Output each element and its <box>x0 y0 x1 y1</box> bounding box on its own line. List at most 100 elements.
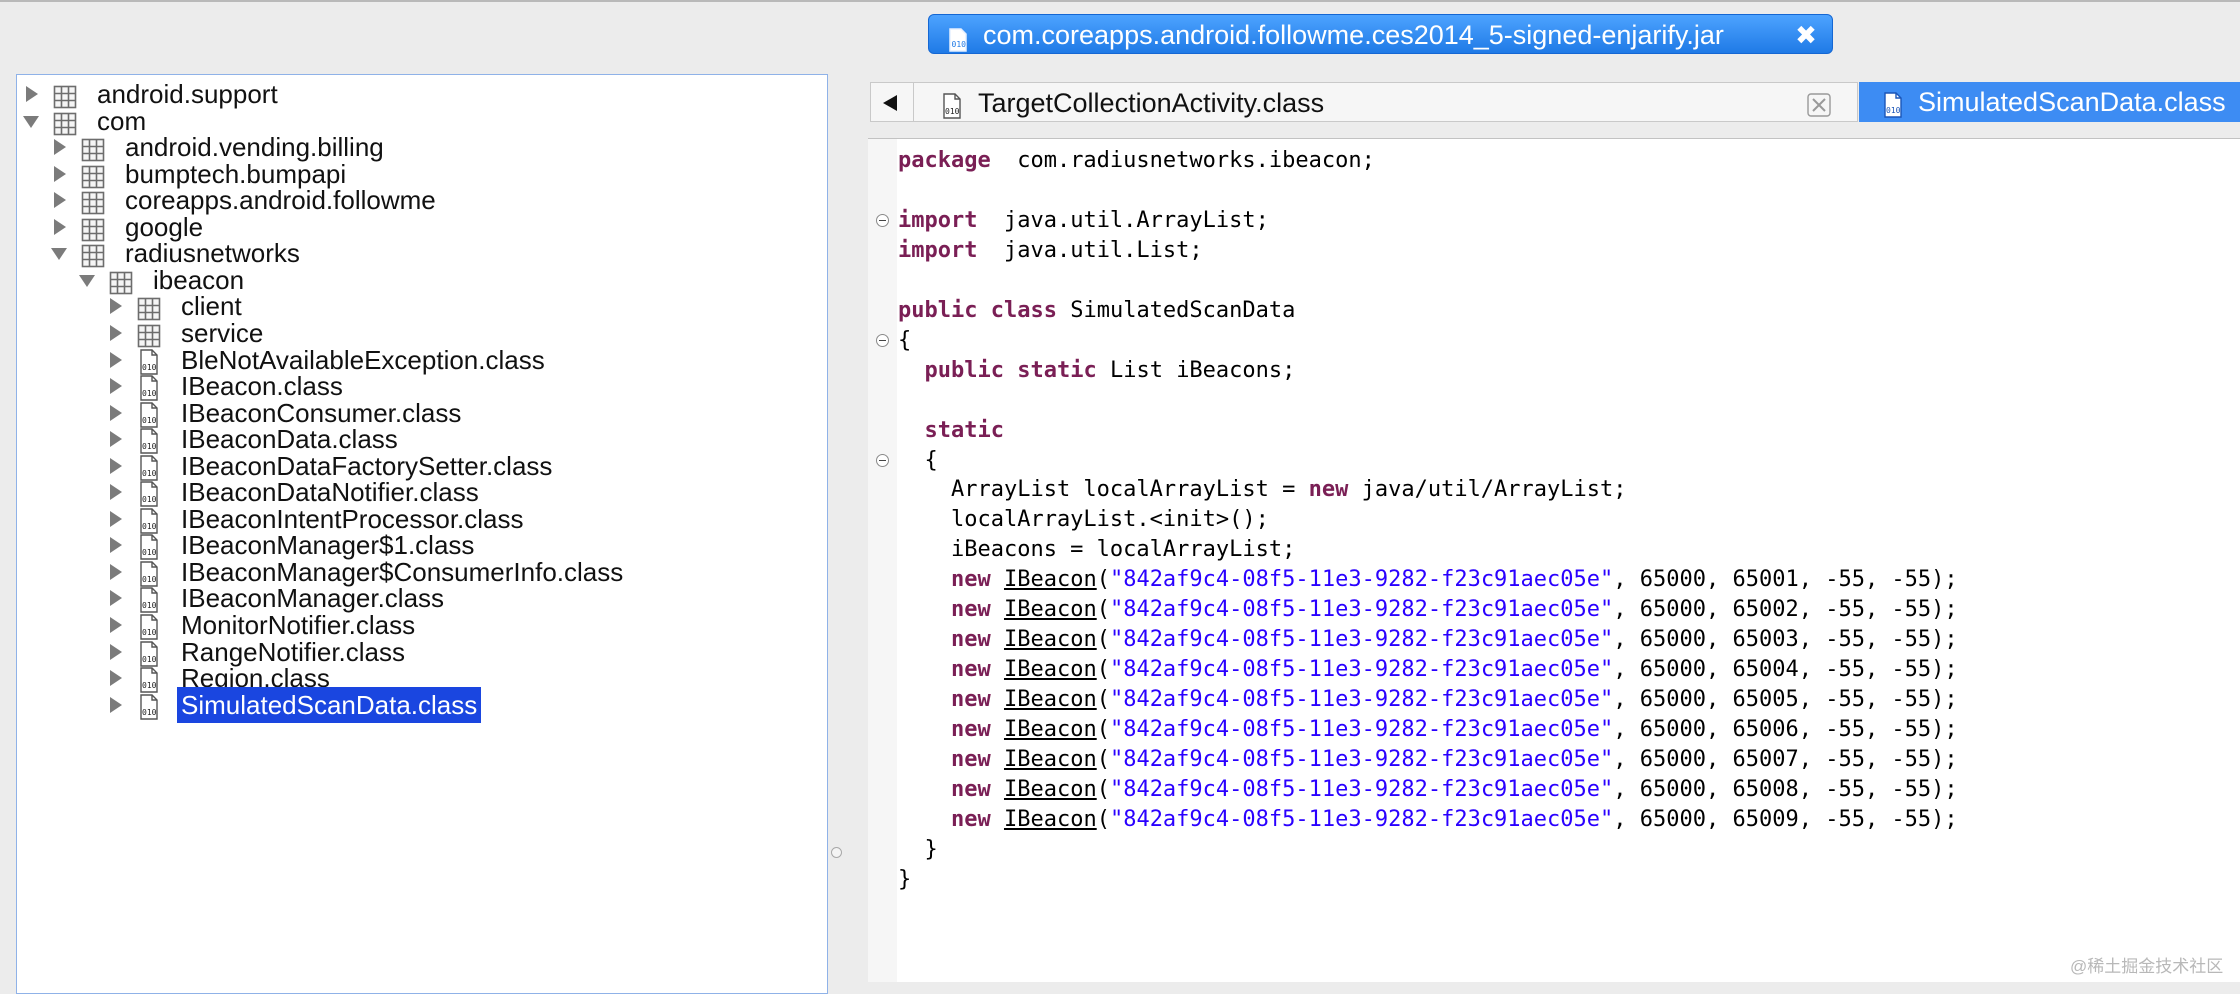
code-line: public class SimulatedScanData <box>898 296 1295 326</box>
code-line: new IBeacon("842af9c4-08f5-11e3-9282-f23… <box>898 685 1958 715</box>
expand-down-icon[interactable] <box>23 103 43 139</box>
jar-tab-close-icon[interactable]: ✖ <box>1791 15 1821 55</box>
code-keyword: new <box>950 806 991 832</box>
code-class-reference[interactable]: IBeacon <box>1004 627 1097 652</box>
code-text: SimulatedScanData <box>1056 297 1296 323</box>
code-text: , 65000, 65004, -55, -55); <box>1613 657 1958 683</box>
code-keyword: new <box>950 776 991 802</box>
tab-target-collection-activity[interactable]: 010 TargetCollectionActivity.class <box>914 82 1858 122</box>
svg-text:010: 010 <box>142 548 157 557</box>
code-string: "842af9c4-08f5-11e3-9282-f23c91aec05e" <box>1109 776 1614 802</box>
code-line: new IBeacon("842af9c4-08f5-11e3-9282-f23… <box>898 625 1958 655</box>
code-line: new IBeacon("842af9c4-08f5-11e3-9282-f23… <box>898 595 1958 625</box>
svg-text:010: 010 <box>142 575 157 584</box>
code-text: , 65000, 65003, -55, -55); <box>1613 627 1958 653</box>
code-keyword: new <box>950 657 991 683</box>
code-keyword: new <box>950 717 991 743</box>
expand-down-icon[interactable] <box>51 235 71 271</box>
code-text: } <box>898 866 912 892</box>
code-line: new IBeacon("842af9c4-08f5-11e3-9282-f23… <box>898 715 1958 745</box>
code-class-reference[interactable]: IBeacon <box>1004 747 1097 772</box>
tab-simulated-scan-data[interactable]: 010 SimulatedScanData.class <box>1859 82 2240 122</box>
jar-file-icon: 010 <box>946 23 970 63</box>
svg-text:010: 010 <box>142 522 157 531</box>
code-text: , 65000, 65009, -55, -55); <box>1613 806 1958 832</box>
fold-toggle-icon[interactable] <box>876 213 889 227</box>
code-class-reference[interactable]: IBeacon <box>1004 597 1097 622</box>
code-keyword: class <box>990 297 1057 323</box>
fold-toggle-icon[interactable] <box>876 333 889 347</box>
code-line: static <box>898 416 1004 446</box>
svg-text:010: 010 <box>142 469 157 478</box>
expand-down-icon[interactable] <box>79 262 99 298</box>
code-text: java.util.List; <box>977 237 1203 263</box>
class-file-icon: 010 <box>137 586 161 614</box>
back-button[interactable] <box>870 82 914 122</box>
code-text: iBeacons = localArrayList; <box>898 537 1296 563</box>
code-line: import java.util.List; <box>898 236 1203 266</box>
code-line: public static List iBeacons; <box>898 356 1296 386</box>
code-text: ( <box>1096 717 1110 743</box>
code-keyword: public <box>898 297 978 323</box>
code-string: "842af9c4-08f5-11e3-9282-f23c91aec05e" <box>1109 747 1614 772</box>
code-line: } <box>898 865 911 895</box>
code-class-reference[interactable]: IBeacon <box>1004 687 1097 712</box>
code-keyword: new <box>950 597 991 623</box>
code-keyword: new <box>950 747 991 772</box>
back-arrow-icon <box>883 95 897 111</box>
splitter-handle[interactable] <box>831 847 842 858</box>
code-text: { <box>898 327 912 353</box>
package-tree[interactable]: android.support com android.vending.billin… <box>16 74 828 994</box>
code-text: ArrayList localArrayList = <box>898 477 1309 503</box>
close-icon[interactable] <box>1806 89 1832 117</box>
class-file-icon: 010 <box>137 374 161 401</box>
class-file-icon: 010 <box>137 401 161 428</box>
code-text: , 65000, 65007, -55, -55); <box>1613 747 1958 772</box>
code-text: { <box>898 447 938 473</box>
code-keyword: static <box>924 417 1004 443</box>
svg-text:010: 010 <box>142 628 157 637</box>
package-icon <box>81 188 105 215</box>
code-line: new IBeacon("842af9c4-08f5-11e3-9282-f23… <box>898 775 1958 805</box>
code-line: package com.radiusnetworks.ibeacon; <box>898 146 1375 176</box>
jar-file-tab-label: com.coreapps.android.followme.ces2014_5-… <box>983 20 1724 50</box>
code-class-reference[interactable]: IBeacon <box>1004 657 1097 682</box>
svg-text:010: 010 <box>142 442 157 451</box>
code-string: "842af9c4-08f5-11e3-9282-f23c91aec05e" <box>1109 627 1614 653</box>
code-string: "842af9c4-08f5-11e3-9282-f23c91aec05e" <box>1109 567 1614 593</box>
code-text: ( <box>1096 687 1110 713</box>
code-line: { <box>898 326 911 356</box>
code-string: "842af9c4-08f5-11e3-9282-f23c91aec05e" <box>1109 806 1614 832</box>
code-line: new IBeacon("842af9c4-08f5-11e3-9282-f23… <box>898 565 1958 595</box>
code-class-reference[interactable]: IBeacon <box>1004 717 1097 742</box>
code-class-reference[interactable]: IBeacon <box>1004 777 1097 802</box>
svg-text:010: 010 <box>945 107 960 116</box>
jar-file-tab[interactable]: 010 com.coreapps.android.followme.ces201… <box>928 14 1833 54</box>
code-class-reference[interactable]: IBeacon <box>1004 567 1097 592</box>
expand-right-icon[interactable] <box>107 687 127 723</box>
svg-text:010: 010 <box>142 708 157 717</box>
svg-text:010: 010 <box>142 655 157 664</box>
code-class-reference[interactable]: IBeacon <box>1004 807 1097 832</box>
code-keyword: static <box>1017 357 1097 383</box>
fold-toggle-icon[interactable] <box>876 453 889 467</box>
code-line: { <box>898 446 938 476</box>
pane-splitter[interactable] <box>829 74 872 982</box>
code-string: "842af9c4-08f5-11e3-9282-f23c91aec05e" <box>1109 597 1614 623</box>
code-keyword: new <box>950 567 991 593</box>
code-string: "842af9c4-08f5-11e3-9282-f23c91aec05e" <box>1109 657 1614 683</box>
code-line: import java.util.ArrayList; <box>898 206 1269 236</box>
code-text: java/util/ArrayList; <box>1348 477 1627 503</box>
